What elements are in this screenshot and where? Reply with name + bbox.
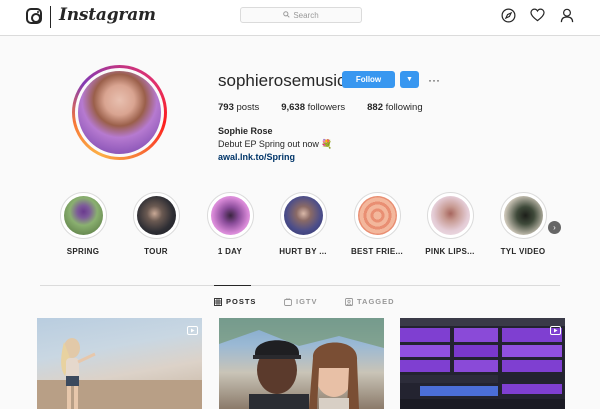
- suggested-accounts-dropdown-button[interactable]: ▼: [400, 71, 419, 88]
- explore-compass-icon[interactable]: [500, 7, 516, 23]
- followers-label: followers: [307, 102, 346, 113]
- igtv-icon: [284, 297, 292, 306]
- highlight-cover: [357, 196, 397, 235]
- logo-divider: [50, 6, 51, 28]
- highlight-cover: [210, 196, 250, 235]
- follow-button[interactable]: Follow: [342, 71, 395, 88]
- grid-icon: [214, 297, 222, 306]
- chevron-right-icon[interactable]: ›: [548, 221, 561, 234]
- followers-stat[interactable]: 9,638 followers: [281, 102, 345, 113]
- highlight-cover: [63, 196, 103, 235]
- video-icon: [550, 322, 561, 335]
- posts-count: 793: [218, 102, 234, 113]
- highlight-label: HURT BY ...: [279, 247, 327, 256]
- profile-avatar-story-ring[interactable]: [72, 65, 167, 160]
- tagged-icon: [345, 297, 353, 306]
- post-image: [219, 318, 384, 409]
- search-input[interactable]: Search: [240, 7, 362, 23]
- tab-tagged[interactable]: TAGGED: [345, 297, 395, 306]
- highlight-hurt-by[interactable]: HURT BY ...: [268, 192, 338, 256]
- posts-label: posts: [236, 102, 260, 113]
- profile-avatar[interactable]: [75, 68, 164, 157]
- instagram-camera-icon[interactable]: [26, 8, 42, 24]
- highlight-label: TOUR: [144, 247, 168, 256]
- highlight-cover: [136, 196, 176, 235]
- highlight-best-friend[interactable]: BEST FRIE...: [342, 192, 412, 256]
- post-thumbnail[interactable]: [219, 318, 384, 409]
- highlight-cover: [283, 196, 323, 235]
- highlight-label: PINK LIPS...: [425, 247, 475, 256]
- post-image: [37, 338, 202, 409]
- profile-bio: Debut EP Spring out now 💐: [218, 139, 333, 149]
- video-icon: [187, 322, 198, 335]
- highlight-cover: [503, 196, 543, 235]
- tabs-divider: [40, 285, 560, 286]
- active-tab-indicator: [214, 285, 251, 286]
- top-nav-bar: Instagram Search: [0, 0, 600, 36]
- post-thumbnail[interactable]: [37, 318, 202, 409]
- highlight-label: TYL VIDEO: [500, 247, 546, 256]
- highlight-label: BEST FRIE...: [350, 247, 404, 256]
- instagram-wordmark[interactable]: Instagram: [59, 5, 156, 25]
- search-placeholder: Search: [293, 10, 319, 20]
- search-icon: [283, 10, 290, 20]
- highlight-spring[interactable]: SPRING: [48, 192, 118, 256]
- profile-full-name: Sophie Rose: [218, 126, 273, 136]
- tab-label: POSTS: [226, 297, 257, 306]
- following-label: following: [385, 102, 423, 113]
- profile-username: sophierosemusic: [218, 71, 346, 90]
- highlight-tour[interactable]: TOUR: [121, 192, 191, 256]
- tab-igtv[interactable]: IGTV: [284, 297, 318, 306]
- tab-posts[interactable]: POSTS: [214, 297, 256, 306]
- following-count: 882: [367, 102, 383, 113]
- post-thumbnail[interactable]: [400, 318, 565, 409]
- more-options-button[interactable]: ···: [427, 71, 441, 88]
- post-image: [400, 318, 565, 409]
- following-stat[interactable]: 882 following: [367, 102, 422, 113]
- profile-link[interactable]: awal.lnk.to/Spring: [218, 152, 295, 162]
- followers-count: 9,638: [281, 102, 305, 113]
- profile-stats: 793 posts 9,638 followers 882 following: [218, 102, 445, 113]
- highlight-label: 1 DAY: [217, 247, 243, 256]
- posts-stat: 793 posts: [218, 102, 259, 113]
- profile-person-icon[interactable]: [559, 7, 575, 23]
- highlight-label: SPRING: [66, 247, 100, 256]
- activity-heart-icon[interactable]: [529, 7, 545, 23]
- tab-label: TAGGED: [357, 297, 395, 306]
- highlight-pink-lips[interactable]: PINK LIPS...: [415, 192, 485, 256]
- tab-label: IGTV: [296, 297, 318, 306]
- highlight-cover: [430, 196, 470, 235]
- highlight-1-day[interactable]: 1 DAY: [195, 192, 265, 256]
- chevron-down-icon: ▼: [406, 76, 413, 83]
